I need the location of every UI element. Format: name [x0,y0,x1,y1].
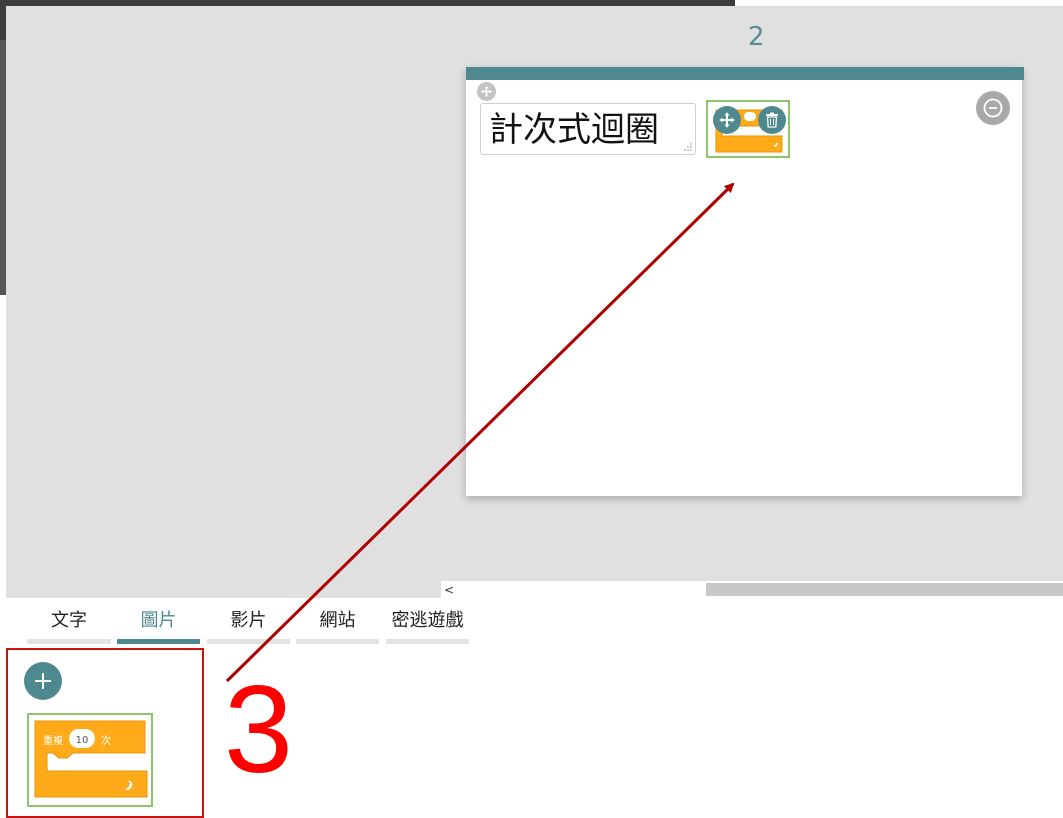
tab-images[interactable]: 圖片 [117,608,200,644]
tab-label: 影片 [230,610,267,631]
gallery-image-item[interactable]: 重複 10 次 [27,713,153,807]
trash-icon[interactable] [758,106,786,134]
tab-website[interactable]: 網站 [296,608,379,644]
horizontal-scrollbar[interactable]: < [441,581,1063,598]
block-count: 10 [76,735,89,746]
add-image-button[interactable] [24,662,62,700]
scroll-left-arrow[interactable]: < [441,581,457,598]
tab-label: 網站 [319,610,356,631]
tab-text[interactable]: 文字 [27,608,111,644]
content-type-tabs: 文字 圖片 影片 網站 密逃遊戲 [0,600,480,645]
slide-text-input[interactable]: 計次式迴圈 [480,103,696,155]
tab-underline [207,639,290,644]
slide-header-bar [466,67,1024,80]
slide-text-value: 計次式迴圈 [489,110,659,150]
tab-underline [27,639,111,644]
step-number-annotation: 3 [224,661,293,799]
tab-underline [386,639,469,644]
tab-video[interactable]: 影片 [207,608,290,644]
move-icon[interactable] [477,82,496,101]
plus-icon [35,673,51,689]
page-number: 2 [748,22,765,52]
block-unit: 次 [101,734,111,747]
zoom-out-icon [983,98,1003,118]
tab-label: 圖片 [140,610,177,631]
move-icon[interactable] [713,106,741,134]
tab-label: 密逃遊戲 [391,610,464,631]
slide-page[interactable]: 計次式迴圈 [466,67,1024,496]
tab-underline [117,639,200,644]
repeat-block-image: 重複 10 次 [34,720,148,798]
scroll-thumb[interactable] [706,583,1063,596]
tab-label: 文字 [51,610,87,631]
zoom-out-button[interactable] [976,91,1010,125]
tab-underline [296,639,379,644]
slide-image[interactable] [706,100,790,158]
block-label: 重複 [43,734,63,747]
tab-escape-game[interactable]: 密逃遊戲 [386,608,469,644]
resize-grip-icon[interactable] [684,143,692,151]
